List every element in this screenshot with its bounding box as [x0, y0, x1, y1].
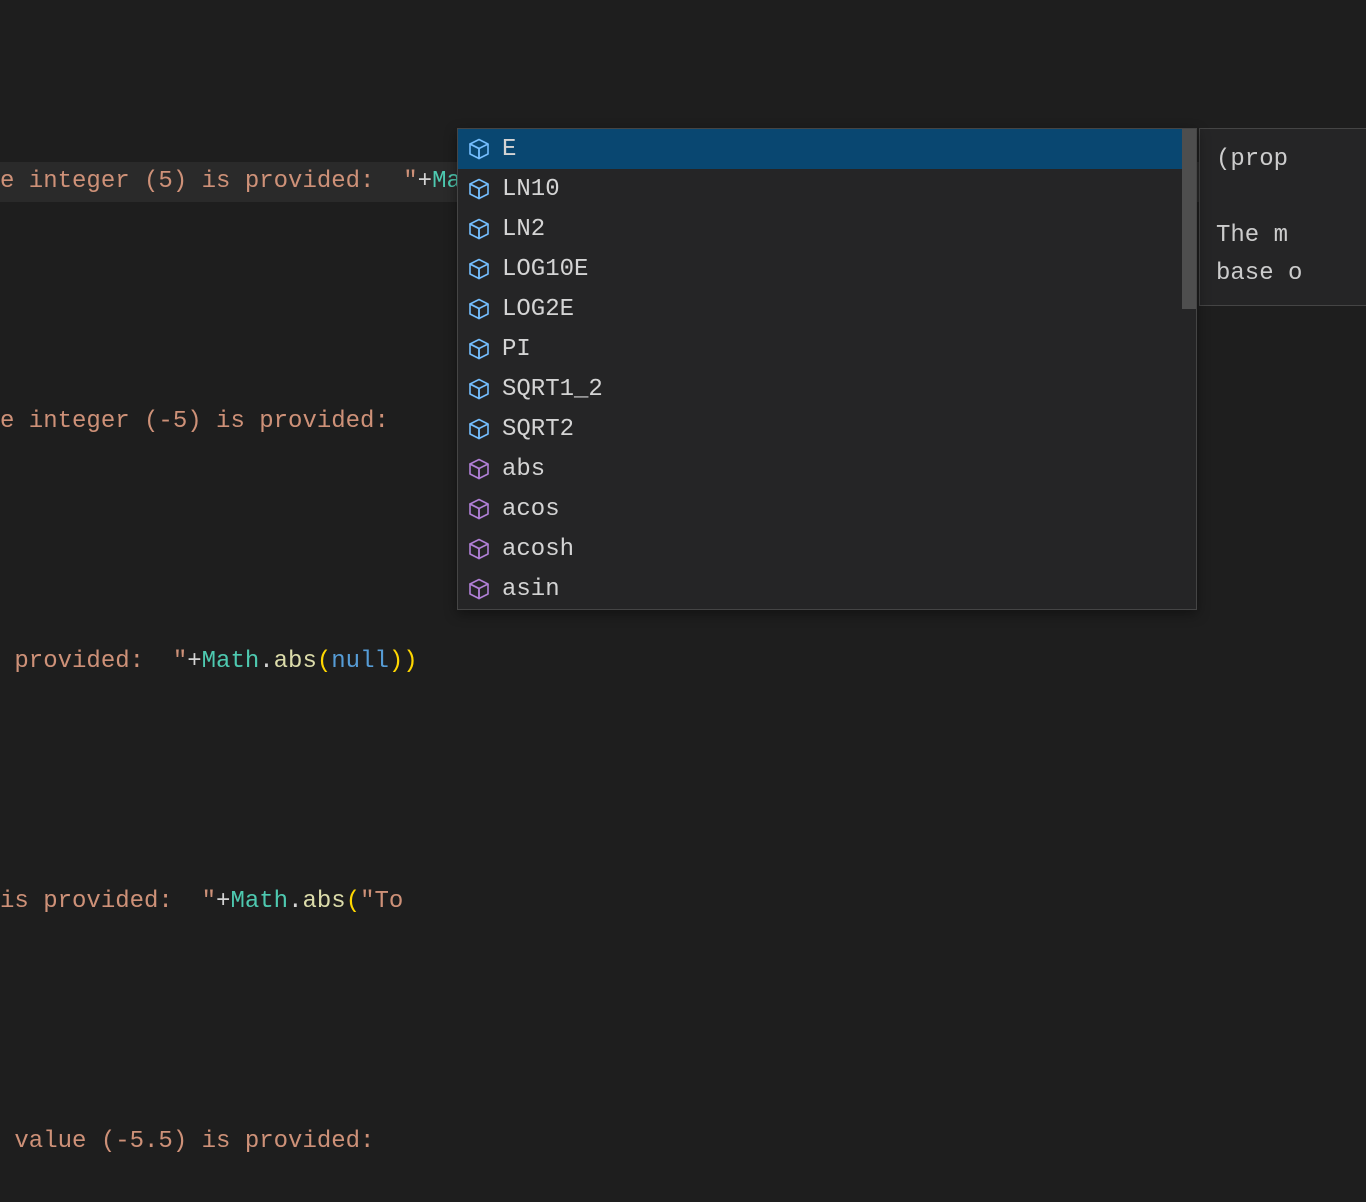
- code-line[interactable]: provided: "+Math.abs(null)): [0, 642, 1366, 682]
- autocomplete-item-e[interactable]: E: [458, 129, 1196, 169]
- property-icon: [466, 296, 492, 322]
- autocomplete-item-label: LN2: [502, 216, 545, 243]
- autocomplete-scrollbar[interactable]: [1182, 129, 1196, 609]
- doc-description: base o: [1216, 255, 1366, 293]
- string-token: e integer (-5) is provided:: [0, 408, 403, 435]
- string-token: value (-5.5) is provided:: [0, 1128, 389, 1155]
- class-token: Math: [202, 648, 260, 675]
- code-line[interactable]: [0, 1002, 1366, 1042]
- property-icon: [466, 416, 492, 442]
- autocomplete-item-abs[interactable]: abs: [458, 449, 1196, 489]
- string-token: is provided: ": [0, 888, 216, 915]
- paren-token: (: [346, 888, 360, 915]
- method-icon: [466, 576, 492, 602]
- method-token: abs: [302, 888, 345, 915]
- autocomplete-item-label: LN10: [502, 176, 560, 203]
- operator-token: +: [187, 648, 201, 675]
- string-token: provided: ": [0, 648, 187, 675]
- doc-signature: (prop: [1216, 141, 1366, 179]
- method-icon: [466, 536, 492, 562]
- autocomplete-item-label: acosh: [502, 536, 574, 563]
- property-icon: [466, 256, 492, 282]
- doc-description: The m: [1216, 217, 1366, 255]
- autocomplete-item-label: asin: [502, 576, 560, 603]
- autocomplete-popup[interactable]: E LN10 LN2 LOG10E LOG2E PI SQRT1_2 SQRT2 abs acos…: [457, 128, 1197, 610]
- autocomplete-item-sqrt1_2[interactable]: SQRT1_2: [458, 369, 1196, 409]
- scrollbar-thumb[interactable]: [1182, 129, 1196, 309]
- autocomplete-item-label: SQRT2: [502, 416, 574, 443]
- class-token: Math: [230, 888, 288, 915]
- string-token: "To: [360, 888, 403, 915]
- autocomplete-item-ln10[interactable]: LN10: [458, 169, 1196, 209]
- autocomplete-item-acos[interactable]: acos: [458, 489, 1196, 529]
- autocomplete-item-label: acos: [502, 496, 560, 523]
- autocomplete-item-log10e[interactable]: LOG10E: [458, 249, 1196, 289]
- paren-token: ): [389, 648, 403, 675]
- property-icon: [466, 176, 492, 202]
- operator-token: +: [216, 888, 230, 915]
- property-icon: [466, 336, 492, 362]
- dot-token: .: [259, 648, 273, 675]
- documentation-panel: (prop The m base o: [1199, 128, 1366, 306]
- code-line[interactable]: value (-5.5) is provided:: [0, 1122, 1366, 1162]
- autocomplete-item-log2e[interactable]: LOG2E: [458, 289, 1196, 329]
- code-line[interactable]: [0, 762, 1366, 802]
- operator-token: +: [418, 168, 432, 195]
- autocomplete-item-acosh[interactable]: acosh: [458, 529, 1196, 569]
- dot-token: .: [288, 888, 302, 915]
- autocomplete-item-label: LOG2E: [502, 296, 574, 323]
- autocomplete-item-label: PI: [502, 336, 531, 363]
- property-icon: [466, 136, 492, 162]
- method-token: abs: [274, 648, 317, 675]
- autocomplete-item-label: abs: [502, 456, 545, 483]
- paren-token: ): [403, 648, 417, 675]
- autocomplete-item-label: E: [502, 136, 516, 163]
- code-line[interactable]: is provided: "+Math.abs("To: [0, 882, 1366, 922]
- autocomplete-item-label: LOG10E: [502, 256, 588, 283]
- autocomplete-item-ln2[interactable]: LN2: [458, 209, 1196, 249]
- null-token: null: [331, 648, 389, 675]
- paren-token: (: [317, 648, 331, 675]
- autocomplete-item-asin[interactable]: asin: [458, 569, 1196, 609]
- property-icon: [466, 216, 492, 242]
- method-icon: [466, 496, 492, 522]
- autocomplete-item-label: SQRT1_2: [502, 376, 603, 403]
- string-token: e integer (5) is provided: ": [0, 168, 418, 195]
- autocomplete-item-sqrt2[interactable]: SQRT2: [458, 409, 1196, 449]
- property-icon: [466, 376, 492, 402]
- method-icon: [466, 456, 492, 482]
- autocomplete-item-pi[interactable]: PI: [458, 329, 1196, 369]
